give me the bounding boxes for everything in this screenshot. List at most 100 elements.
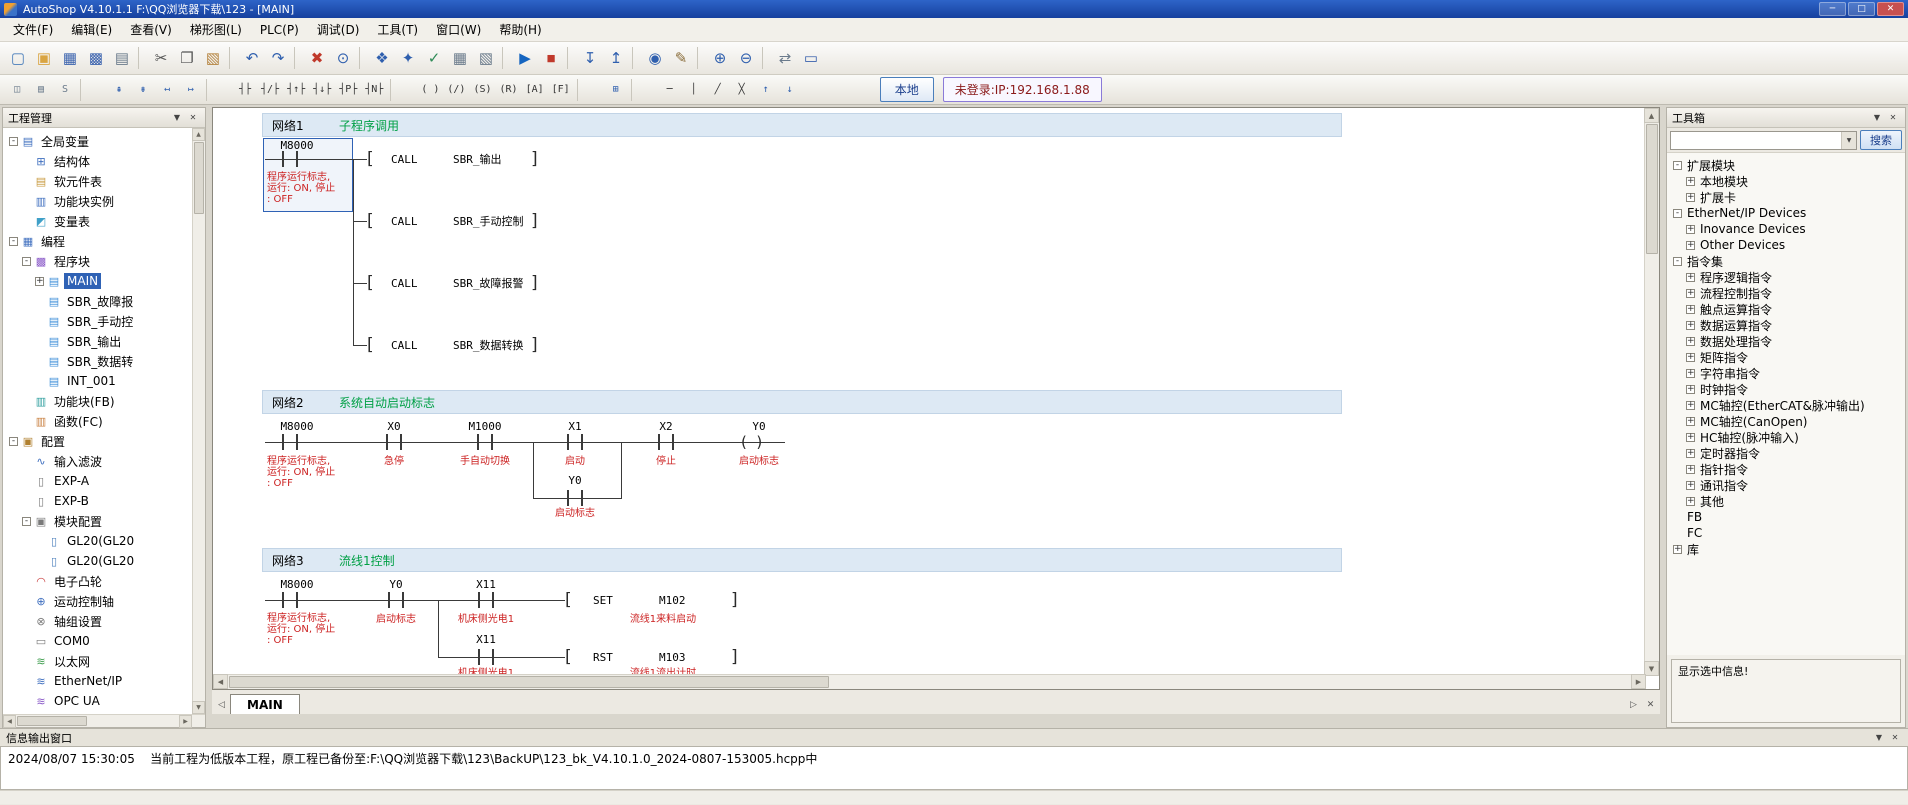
tree-item-main[interactable]: + ▤ MAIN	[3, 271, 205, 291]
print-icon[interactable]: ▤	[109, 45, 135, 71]
contact-x11-branch[interactable]	[478, 649, 494, 665]
expand-icon[interactable]: +	[1686, 273, 1695, 282]
instruction-list-icon[interactable]: ▤	[29, 79, 53, 101]
expand-icon[interactable]: +	[1686, 305, 1695, 314]
expand-icon[interactable]: +	[1686, 481, 1695, 490]
toolbox-item-communication[interactable]: + 通讯指令	[1667, 477, 1905, 493]
reset-coil-icon[interactable]: (R)	[496, 79, 522, 101]
toolbox-item-local-modules[interactable]: + 本地模块	[1667, 173, 1905, 189]
tree-item-axis-group[interactable]: ⊗ 轴组设置	[3, 611, 205, 631]
tree-item-struct[interactable]: ⊞ 结构体	[3, 151, 205, 171]
window-layout-icon[interactable]: ▦	[447, 45, 473, 71]
call-target[interactable]: SBR_故障报警	[453, 277, 524, 290]
pin-icon[interactable]: ▼	[1870, 111, 1884, 124]
scroll-down-icon[interactable]: ▼	[192, 701, 205, 714]
open-project-icon[interactable]: ▣	[31, 45, 57, 71]
expand-icon[interactable]: +	[1686, 241, 1695, 250]
contact-x2[interactable]	[658, 434, 674, 450]
delete-vertical-line-icon[interactable]: ╳	[730, 79, 754, 101]
menu-item[interactable]: PLC(P)	[251, 20, 308, 40]
call-target[interactable]: SBR_数据转换	[453, 339, 524, 352]
expand-icon[interactable]: +	[1686, 225, 1695, 234]
expand-icon[interactable]: -	[1673, 161, 1682, 170]
toolbox-item-program-logic[interactable]: + 程序逻辑指令	[1667, 269, 1905, 285]
call-bracket[interactable]: [	[367, 337, 374, 354]
expand-icon[interactable]: -	[9, 237, 18, 246]
tree-item-module-config[interactable]: - ▣ 模块配置	[3, 511, 205, 531]
tree-item-exp-b[interactable]: ▯ EXP-B	[3, 491, 205, 511]
tree-item-global-variables[interactable]: - ▤ 全局变量	[3, 131, 205, 151]
editor-vscrollbar[interactable]: ▲ ▼	[1644, 108, 1659, 676]
expand-icon[interactable]: +	[1686, 433, 1695, 442]
expand-icon[interactable]: +	[1686, 337, 1695, 346]
expand-icon[interactable]: -	[9, 437, 18, 446]
maximize-button[interactable]: □	[1848, 2, 1875, 16]
expand-icon[interactable]: +	[1673, 545, 1682, 554]
close-button[interactable]: ✕	[1877, 2, 1904, 16]
expand-icon[interactable]: -	[1673, 209, 1682, 218]
zoom-out-icon[interactable]: ⊖	[733, 45, 759, 71]
delete-horizontal-line-icon[interactable]: ╱	[706, 79, 730, 101]
toolbox-item-data-processing[interactable]: + 数据处理指令	[1667, 333, 1905, 349]
tree-item-exp-a[interactable]: ▯ EXP-A	[3, 471, 205, 491]
toolbox-item-fc[interactable]: FC	[1667, 525, 1905, 541]
tab-main[interactable]: MAIN	[230, 694, 300, 714]
tree-item-ethernet[interactable]: ≋ 以太网	[3, 651, 205, 671]
tree-item-program-blocks[interactable]: - ▩ 程序块	[3, 251, 205, 271]
chevron-down-icon[interactable]: ▼	[1841, 132, 1856, 149]
n-contact-icon[interactable]: ┤N├	[361, 79, 387, 101]
call-op[interactable]: CALL	[391, 277, 418, 290]
download-icon[interactable]: ↧	[577, 45, 603, 71]
search-button[interactable]: 搜索	[1860, 130, 1902, 150]
p-contact-icon[interactable]: ┤P├	[335, 79, 361, 101]
call-bracket[interactable]: ]	[531, 337, 538, 354]
cross-reference-icon[interactable]: ⇄	[772, 45, 798, 71]
toolbox-item-ethernetip-devices[interactable]: - EtherNet/IP Devices	[1667, 205, 1905, 221]
editor-hscrollbar[interactable]: ◀ ▶	[213, 674, 1646, 689]
contact-x1[interactable]	[567, 434, 583, 450]
toolbox-item-clock[interactable]: + 时钟指令	[1667, 381, 1905, 397]
tab-scroll-right-icon[interactable]: ▷	[1625, 696, 1642, 713]
tree-item-gl20-2[interactable]: ▯ GL20(GL20	[3, 551, 205, 571]
tab-scroll-left-icon[interactable]: ◁	[213, 696, 230, 713]
toolbox-item-other[interactable]: + 其他	[1667, 493, 1905, 509]
tree-item-ecam[interactable]: ◠ 电子凸轮	[3, 571, 205, 591]
call-bracket[interactable]: [	[367, 275, 374, 292]
tree-item-gl20-1[interactable]: ▯ GL20(GL20	[3, 531, 205, 551]
contact-y0[interactable]	[388, 592, 404, 608]
scroll-up-icon[interactable]: ▲	[192, 128, 205, 141]
compile-all-icon[interactable]: ✦	[395, 45, 421, 71]
network-1-header[interactable]: 网络1 子程序调用	[262, 113, 1342, 137]
contact-x0[interactable]	[386, 434, 402, 450]
tree-item-variable-table[interactable]: ◩ 变量表	[3, 211, 205, 231]
toolbox-item-instruction-set[interactable]: - 指令集	[1667, 253, 1905, 269]
expand-icon[interactable]: +	[1686, 465, 1695, 474]
tree-item-opc-ua[interactable]: ≋ OPC UA	[3, 691, 205, 711]
falling-edge-contact-icon[interactable]: ┤↓├	[309, 79, 335, 101]
menu-item[interactable]: 文件(F)	[4, 18, 62, 41]
call-bracket[interactable]: ]	[531, 151, 538, 168]
expand-icon[interactable]: +	[35, 277, 44, 286]
rst-op[interactable]: RST	[593, 651, 613, 664]
down-arrow-icon[interactable]: ↓	[778, 79, 802, 101]
coil-y0[interactable]: ( )	[741, 434, 762, 450]
expand-icon[interactable]: -	[22, 517, 31, 526]
insert-network-icon[interactable]: ⊞	[604, 79, 628, 101]
call-bracket[interactable]: ]	[531, 275, 538, 292]
scroll-left-icon[interactable]: ◀	[3, 715, 16, 728]
compile-icon[interactable]: ❖	[369, 45, 395, 71]
toolbox-item-expansion-cards[interactable]: + 扩展卡	[1667, 189, 1905, 205]
scroll-left-icon[interactable]: ◀	[213, 674, 228, 689]
toolbox-item-flow-control[interactable]: + 流程控制指令	[1667, 285, 1905, 301]
set-coil-icon[interactable]: (S)	[469, 79, 495, 101]
horizontal-line-icon[interactable]: ─	[658, 79, 682, 101]
toolbox-item-inovance-devices[interactable]: + Inovance Devices	[1667, 221, 1905, 237]
toolbox-item-string[interactable]: + 字符串指令	[1667, 365, 1905, 381]
expand-icon[interactable]: -	[1673, 257, 1682, 266]
contact-m1000[interactable]	[477, 434, 493, 450]
expand-icon[interactable]: +	[1686, 369, 1695, 378]
insert-row-above-icon[interactable]: ⇞	[107, 79, 131, 101]
network-3-header[interactable]: 网络3 流线1控制	[262, 548, 1342, 572]
open-contact-icon[interactable]: ┤├	[233, 79, 257, 101]
contact-m8000[interactable]	[282, 592, 298, 608]
